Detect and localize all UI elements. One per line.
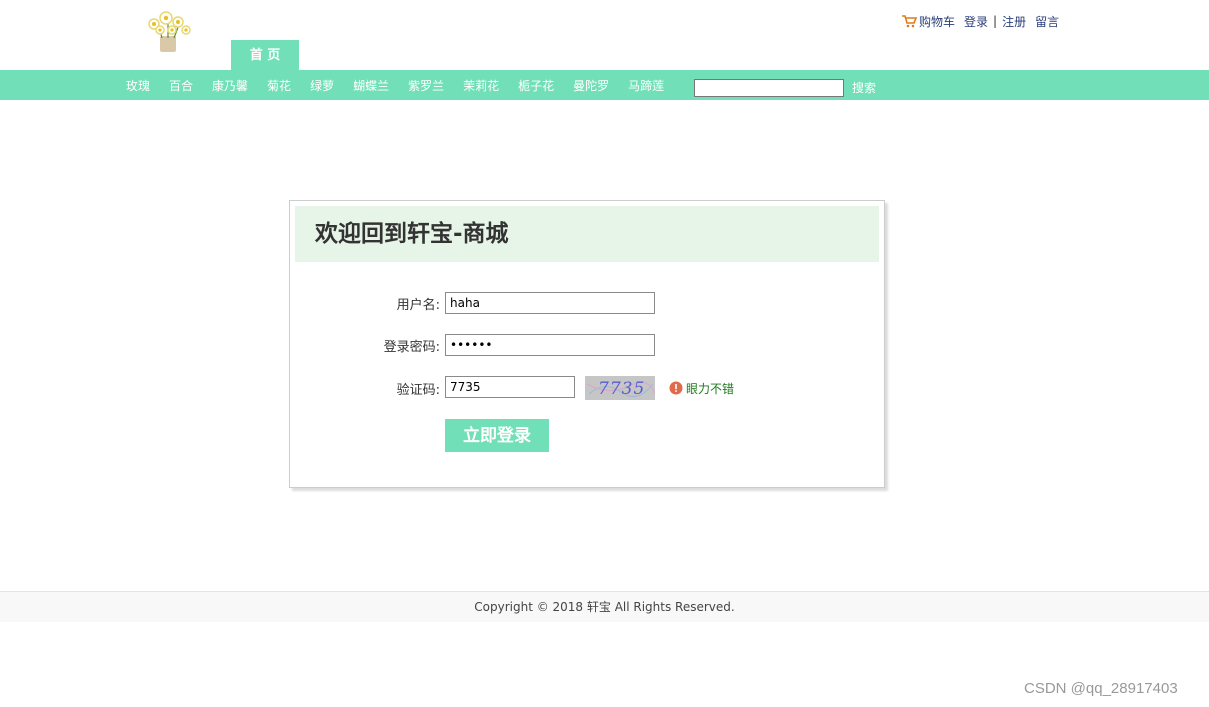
message-link[interactable]: 留言 xyxy=(1035,13,1059,30)
username-input[interactable] xyxy=(445,292,655,314)
footer: Copyright © 2018 轩宝 All Rights Reserved. xyxy=(0,591,1209,622)
cart-icon[interactable] xyxy=(901,14,918,28)
password-label: 登录密码: xyxy=(383,340,440,355)
nav-item-calla[interactable]: 马蹄莲 xyxy=(628,77,664,94)
username-label: 用户名: xyxy=(396,298,440,313)
captcha-image-text: 7735 xyxy=(598,379,645,399)
password-input[interactable] xyxy=(445,334,655,356)
verify-message-text: 眼力不错 xyxy=(686,381,735,396)
nav-item-datura[interactable]: 曼陀罗 xyxy=(573,77,609,94)
register-link[interactable]: 注册 xyxy=(1002,13,1026,30)
watermark: CSDN @qq_28917403 xyxy=(1024,680,1178,697)
search-input[interactable] xyxy=(694,79,844,97)
nav-item-jasmine[interactable]: 茉莉花 xyxy=(463,77,499,94)
login-panel-header: 欢迎回到轩宝-商城 xyxy=(295,206,879,262)
login-link[interactable]: 登录 xyxy=(964,13,988,30)
nav-item-orchid[interactable]: 蝴蝶兰 xyxy=(353,77,389,94)
search-button[interactable]: 搜索 xyxy=(852,79,876,97)
login-title: 欢迎回到轩宝-商城 xyxy=(315,221,509,247)
site-logo[interactable] xyxy=(140,10,198,54)
link-separator: | xyxy=(993,14,998,28)
captcha-input[interactable] xyxy=(445,376,575,398)
nav-item-pothos[interactable]: 绿萝 xyxy=(310,77,334,94)
cart-link[interactable]: 购物车 xyxy=(919,13,955,30)
top-links: 购物车 登录 | 注册 留言 xyxy=(901,12,1059,30)
nav-item-gardenia[interactable]: 栀子花 xyxy=(518,77,554,94)
nav-item-carnation[interactable]: 康乃馨 xyxy=(212,77,248,94)
copyright-text: Copyright © 2018 轩宝 All Rights Reserved. xyxy=(474,600,735,614)
login-submit-button[interactable]: 立即登录 xyxy=(445,419,549,452)
captcha-verify-message: 眼力不错 xyxy=(669,380,734,396)
category-list: 玫瑰 百合 康乃馨 菊花 绿萝 蝴蝶兰 紫罗兰 茉莉花 栀子花 曼陀罗 马蹄莲 xyxy=(126,70,683,100)
category-navbar: 玫瑰 百合 康乃馨 菊花 绿萝 蝴蝶兰 紫罗兰 茉莉花 栀子花 曼陀罗 马蹄莲 … xyxy=(0,70,1209,100)
captcha-image[interactable]: 7735 xyxy=(585,376,656,400)
nav-item-chrysanthemum[interactable]: 菊花 xyxy=(267,77,291,94)
login-panel: 欢迎回到轩宝-商城 用户名: 登录密码: 验证码: 7735 眼力不错 立即登录 xyxy=(289,200,885,488)
nav-item-rose[interactable]: 玫瑰 xyxy=(126,77,150,94)
nav-item-lily[interactable]: 百合 xyxy=(169,77,193,94)
tab-home[interactable]: 首 页 xyxy=(231,40,299,70)
captcha-label: 验证码: xyxy=(396,383,440,398)
nav-item-violet[interactable]: 紫罗兰 xyxy=(408,77,444,94)
warning-icon xyxy=(669,381,683,395)
